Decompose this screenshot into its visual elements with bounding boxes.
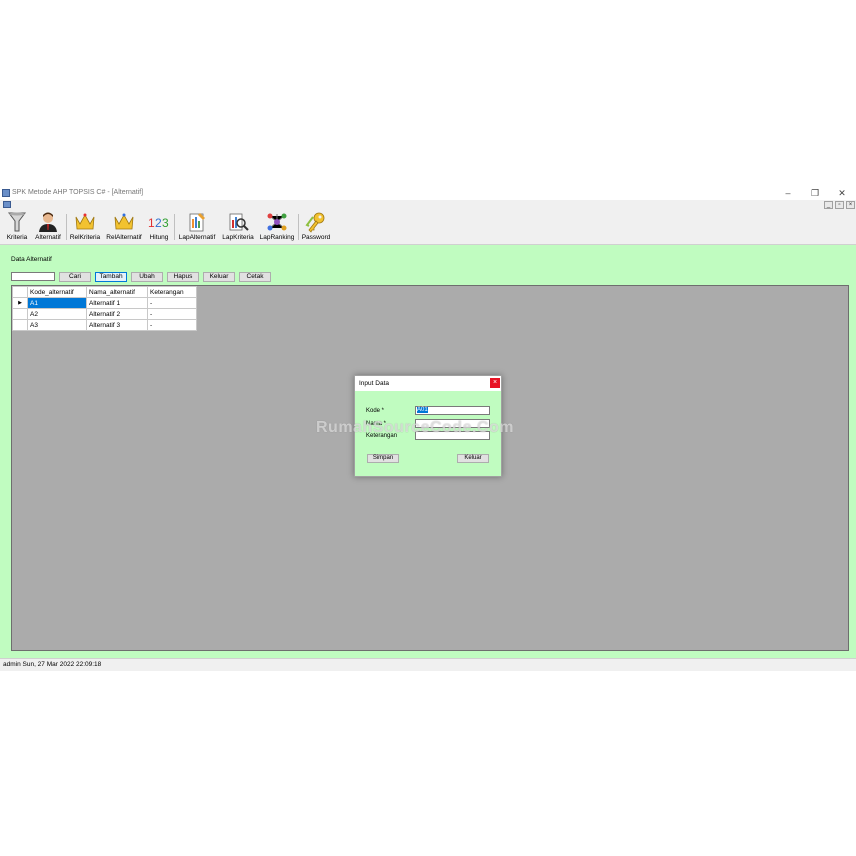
toolbar-alternatif[interactable]: Alternatif [32, 211, 64, 243]
mdi-close-icon[interactable]: × [846, 201, 855, 209]
minimize-icon[interactable]: – [777, 187, 799, 199]
svg-text:2: 2 [155, 216, 162, 230]
svg-text:3: 3 [162, 216, 169, 230]
toolbar-relkriteria[interactable]: RelKriteria [68, 211, 102, 243]
funnel-icon [8, 212, 26, 232]
title-bar: SPK Metode AHP TOPSIS C# - [Alternatif] … [0, 186, 856, 200]
kode-label: Kode * [366, 408, 385, 414]
numbers-icon: 1 2 3 [148, 216, 169, 230]
column-header[interactable]: Nama_alternatif [86, 286, 148, 298]
toolbar-separator [174, 214, 175, 240]
restore-icon[interactable]: ❐ [804, 187, 826, 199]
table-cell[interactable]: Alternatif 2 [86, 308, 148, 320]
watermark: RumahSourceCode.Com [316, 419, 514, 436]
toolbar-lapalternatif[interactable]: LapAlternatif [176, 211, 218, 243]
table-cell[interactable]: A1 [27, 297, 87, 309]
report-search-icon [229, 213, 249, 231]
status-bar: admin Sun, 27 Mar 2022 22:09:18 [0, 658, 856, 671]
toolbar-separator [66, 214, 67, 240]
row-header [12, 319, 28, 331]
table-row[interactable]: A3 Alternatif 3 - [12, 319, 197, 331]
current-row-indicator-icon: ▶ [12, 297, 28, 309]
row-header-corner [12, 286, 28, 298]
close-icon[interactable]: ✕ [831, 187, 853, 199]
toolbar-relalternatif[interactable]: RelAlternatif [104, 211, 144, 243]
table-cell[interactable]: - [147, 297, 197, 309]
column-header[interactable]: Kode_alternatif [27, 286, 87, 298]
toolbar-separator [298, 214, 299, 240]
toolbar-lapranking[interactable]: LapRanking [258, 211, 296, 243]
section-title: Data Alternatif [11, 256, 52, 263]
table-cell[interactable]: Alternatif 1 [86, 297, 148, 309]
dialog-title: Input Data [359, 380, 389, 387]
dialog-title-bar: Input Data × [355, 376, 501, 391]
keys-icon [305, 212, 325, 233]
column-header[interactable]: Keterangan [147, 286, 197, 298]
crown-icon [114, 213, 134, 230]
child-window-icon [3, 201, 11, 208]
status-text: admin Sun, 27 Mar 2022 22:09:18 [3, 661, 102, 668]
exit-button[interactable]: Keluar [203, 272, 235, 282]
toolbar-lapkriteria[interactable]: LapKriteria [220, 211, 256, 243]
user-icon [39, 212, 57, 232]
dialog-exit-button[interactable]: Keluar [457, 454, 489, 463]
row-header [12, 308, 28, 320]
delete-button[interactable]: Hapus [167, 272, 199, 282]
table-row[interactable]: ▶ A1 Alternatif 1 - [12, 297, 197, 309]
toolbar-password[interactable]: Password [300, 211, 332, 243]
network-icon [267, 213, 287, 231]
toolbar: Kriteria Alternatif RelKriteria RelAlter… [0, 210, 856, 245]
mdi-restore-icon[interactable]: ▫ [835, 201, 844, 209]
add-button[interactable]: Tambah [95, 272, 127, 282]
crown-icon [75, 213, 95, 230]
search-button[interactable]: Cari [59, 272, 91, 282]
edit-button[interactable]: Ubah [131, 272, 163, 282]
kode-input[interactable]: A01 [415, 406, 490, 415]
toolbar-kriteria[interactable]: Kriteria [4, 211, 30, 243]
save-button[interactable]: Simpan [367, 454, 399, 463]
toolbar-hitung[interactable]: 1 2 3 Hitung [146, 211, 172, 243]
mdi-minimize-icon[interactable]: _ [824, 201, 833, 209]
report-icon [189, 213, 205, 232]
table-cell[interactable]: A2 [27, 308, 87, 320]
print-button[interactable]: Cetak [239, 272, 271, 282]
kode-value: A01 [417, 407, 428, 413]
svg-text:1: 1 [148, 216, 155, 230]
table-cell[interactable]: - [147, 308, 197, 320]
table-row[interactable]: A2 Alternatif 2 - [12, 308, 197, 320]
table-header-row: Kode_alternatif Nama_alternatif Keterang… [12, 286, 197, 298]
alternatif-table: Kode_alternatif Nama_alternatif Keterang… [12, 286, 197, 331]
app-icon [2, 189, 10, 197]
table-cell[interactable]: Alternatif 3 [86, 319, 148, 331]
dialog-close-icon[interactable]: × [490, 378, 500, 388]
table-cell[interactable]: - [147, 319, 197, 331]
table-cell[interactable]: A3 [27, 319, 87, 331]
window-title: SPK Metode AHP TOPSIS C# - [Alternatif] [12, 189, 144, 196]
search-input[interactable] [11, 272, 55, 281]
mdi-bar: _ ▫ × [0, 200, 856, 210]
